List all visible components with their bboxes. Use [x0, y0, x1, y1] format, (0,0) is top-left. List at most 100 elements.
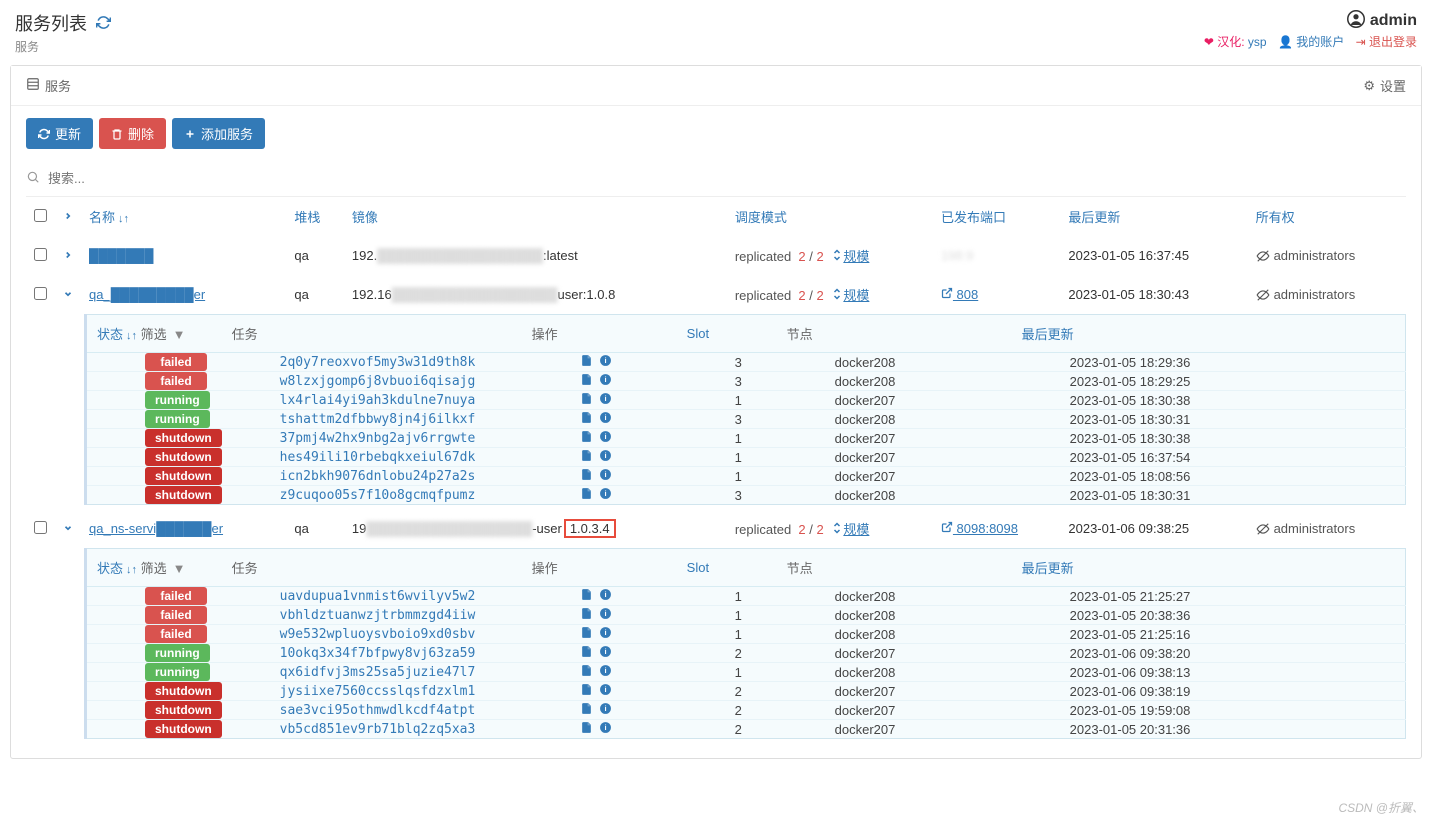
subcol-node[interactable]: 节点 [777, 315, 1012, 353]
port-link[interactable]: 8098:8098 [941, 521, 1018, 536]
info-icon[interactable]: i [599, 411, 612, 427]
scale-icon[interactable] [831, 522, 843, 537]
service-checkbox[interactable] [34, 287, 47, 300]
col-name[interactable]: 名称↓↑ [81, 197, 286, 236]
file-icon[interactable] [580, 411, 593, 427]
info-icon[interactable]: i [599, 588, 612, 604]
delete-button[interactable]: 删除 [99, 118, 166, 149]
subcol-updated[interactable]: 最后更新 [1012, 315, 1406, 353]
hanhua-label: ❤ 汉化: [1204, 35, 1245, 49]
scale-icon[interactable] [831, 288, 843, 303]
task-link[interactable]: 2q0y7reoxvof5my3w31d9th8k [280, 355, 476, 370]
file-icon[interactable] [580, 702, 593, 718]
service-checkbox[interactable] [34, 248, 47, 261]
subcol-slot[interactable]: Slot [677, 549, 777, 587]
svg-text:i: i [604, 704, 606, 713]
task-link[interactable]: icn2bkh9076dnlobu24p27a2s [280, 469, 476, 484]
update-button[interactable]: 更新 [26, 118, 93, 149]
subcol-slot[interactable]: Slot [677, 315, 777, 353]
info-icon[interactable]: i [599, 607, 612, 623]
port-link[interactable]: 808 [941, 287, 978, 302]
scale-link[interactable]: 规模 [843, 522, 869, 537]
col-updated[interactable]: 最后更新 [1060, 197, 1247, 236]
subcol-status[interactable]: 状态↓↑ 筛选▼ [86, 315, 222, 353]
info-icon[interactable]: i [599, 664, 612, 680]
task-link[interactable]: vbhldztuanwzjtrbmmzgd4iiw [280, 608, 476, 623]
info-icon[interactable]: i [599, 645, 612, 661]
col-stack[interactable]: 堆栈 [286, 197, 344, 236]
logout-link[interactable]: ⇥ 退出登录 [1356, 35, 1417, 49]
expand-all-toggle[interactable] [55, 197, 81, 236]
info-icon[interactable]: i [599, 702, 612, 718]
col-owner[interactable]: 所有权 [1248, 197, 1406, 236]
node-cell: docker208 [777, 625, 1012, 644]
file-icon[interactable] [580, 683, 593, 699]
node-cell: docker207 [777, 429, 1012, 448]
task-link[interactable]: 37pmj4w2hx9nbg2ajv6rrgwte [280, 431, 476, 446]
service-name-link[interactable]: qa_█████████er [89, 287, 205, 302]
service-name-link[interactable]: ███████ [89, 248, 153, 263]
status-badge: running [145, 644, 210, 662]
file-icon[interactable] [580, 373, 593, 389]
add-service-button[interactable]: 添加服务 [172, 118, 265, 149]
file-icon[interactable] [580, 430, 593, 446]
task-link[interactable]: hes49ili10rbebqkxeiul67dk [280, 450, 476, 465]
subcol-task[interactable]: 任务 [222, 549, 522, 587]
info-icon[interactable]: i [599, 487, 612, 503]
task-link[interactable]: w8lzxjgomp6j8vbuoi6qisajg [280, 374, 476, 389]
scale-link[interactable]: 规模 [843, 249, 869, 264]
file-icon[interactable] [580, 721, 593, 737]
task-link[interactable]: tshattm2dfbbwy8jn4j6ilkxf [280, 412, 476, 427]
file-icon[interactable] [580, 607, 593, 623]
subcol-status[interactable]: 状态↓↑ 筛选▼ [86, 549, 222, 587]
info-icon[interactable]: i [599, 373, 612, 389]
task-link[interactable]: vb5cd851ev9rb71blq2zq5xa3 [280, 722, 476, 737]
task-link[interactable]: 10okq3x34f7bfpwy8vj63za59 [280, 646, 476, 661]
select-all-checkbox[interactable] [34, 209, 47, 222]
file-icon[interactable] [580, 626, 593, 642]
subcol-updated[interactable]: 最后更新 [1012, 549, 1406, 587]
info-icon[interactable]: i [599, 354, 612, 370]
task-link[interactable]: lx4rlai4yi9ah3kdulne7nuya [280, 393, 476, 408]
settings-link[interactable]: ⚙ 设置 [1363, 76, 1406, 95]
info-icon[interactable]: i [599, 430, 612, 446]
scale-link[interactable]: 规模 [843, 288, 869, 303]
col-image[interactable]: 镜像 [344, 197, 727, 236]
col-ports[interactable]: 已发布端口 [933, 197, 1060, 236]
info-icon[interactable]: i [599, 468, 612, 484]
filter-icon[interactable]: ▼ [173, 561, 186, 576]
filter-icon[interactable]: ▼ [173, 327, 186, 342]
info-icon[interactable]: i [599, 449, 612, 465]
task-link[interactable]: uavdupua1vnmist6wvilyv5w2 [280, 589, 476, 604]
info-icon[interactable]: i [599, 683, 612, 699]
search-input[interactable] [40, 167, 1406, 190]
file-icon[interactable] [580, 487, 593, 503]
subcol-node[interactable]: 节点 [777, 549, 1012, 587]
info-icon[interactable]: i [599, 392, 612, 408]
expand-toggle[interactable] [55, 236, 81, 275]
task-link[interactable]: jysiixe7560ccsslqsfdzxlm1 [280, 684, 476, 699]
task-link[interactable]: sae3vci95othmwdlkcdf4atpt [280, 703, 476, 718]
info-icon[interactable]: i [599, 626, 612, 642]
service-checkbox[interactable] [34, 521, 47, 534]
refresh-icon[interactable] [96, 18, 111, 33]
file-icon[interactable] [580, 664, 593, 680]
expand-toggle[interactable] [55, 275, 81, 314]
file-icon[interactable] [580, 645, 593, 661]
expand-toggle[interactable] [55, 509, 81, 548]
task-link[interactable]: z9cuqoo05s7f10o8gcmqfpumz [280, 488, 476, 503]
subcol-task[interactable]: 任务 [222, 315, 522, 353]
task-link[interactable]: qx6idfvj3ms25sa5juzie47l7 [280, 665, 476, 680]
info-icon[interactable]: i [599, 721, 612, 737]
file-icon[interactable] [580, 354, 593, 370]
scale-icon[interactable] [831, 249, 843, 264]
file-icon[interactable] [580, 392, 593, 408]
col-sched[interactable]: 调度模式 [727, 197, 933, 236]
status-badge: shutdown [145, 486, 222, 504]
my-account-link[interactable]: 👤 我的账户 [1278, 35, 1344, 49]
file-icon[interactable] [580, 468, 593, 484]
task-link[interactable]: w9e532wpluoysvboio9xd0sbv [280, 627, 476, 642]
file-icon[interactable] [580, 588, 593, 604]
service-name-link[interactable]: qa_ns-servi██████er [89, 521, 223, 536]
file-icon[interactable] [580, 449, 593, 465]
